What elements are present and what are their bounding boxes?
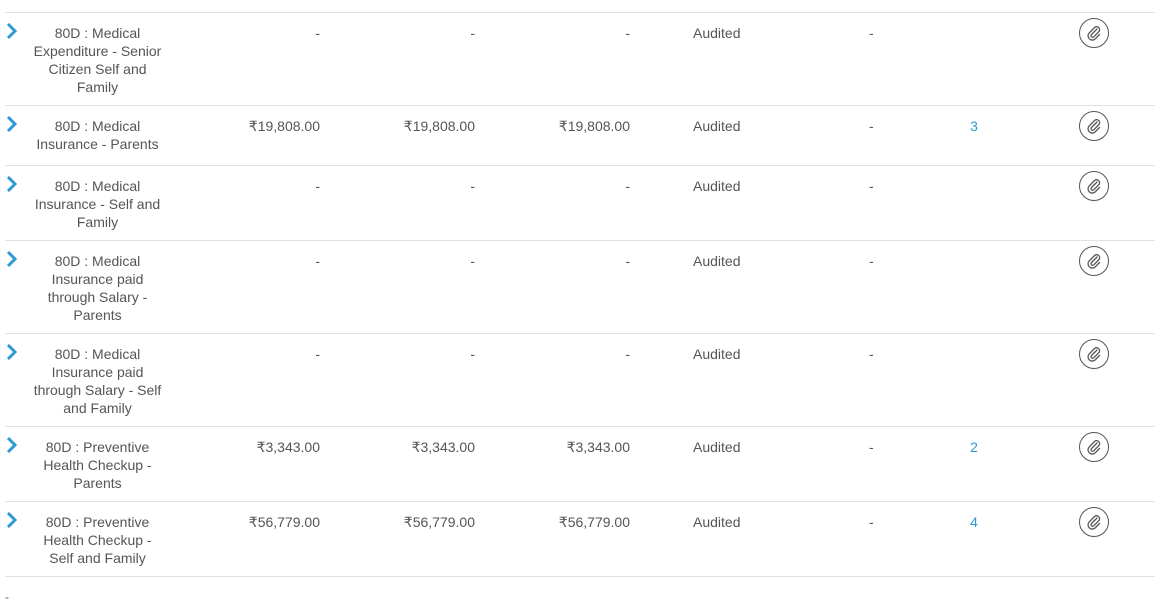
table-row: 80D : Preventive Health Checkup - Parent…	[5, 427, 1155, 502]
chevron-right-icon[interactable]	[5, 175, 19, 193]
attachment-button[interactable]	[1079, 18, 1109, 48]
approved-amount: -	[625, 253, 630, 269]
attachment-count-link[interactable]: 2	[967, 438, 981, 456]
attachment-button[interactable]	[1079, 111, 1109, 141]
section-name: 80D : Medical Insurance paid through Sal…	[33, 346, 162, 416]
chevron-right-icon[interactable]	[5, 22, 19, 40]
attachment-button[interactable]	[1079, 171, 1109, 201]
section-name: 80D : Medical Expenditure - Senior Citiz…	[33, 25, 162, 95]
paperclip-icon	[1087, 254, 1101, 269]
remark-text: -	[869, 253, 874, 269]
status-text: Audited	[693, 346, 741, 362]
status-text: Audited	[693, 118, 741, 134]
declared-amount: -	[315, 178, 320, 194]
approved-amount: ₹3,343.00	[566, 439, 630, 455]
status-text: Audited	[693, 253, 741, 269]
table-row: 80D : Medical Insurance paid through Sal…	[5, 241, 1155, 334]
remark-text: -	[869, 514, 874, 530]
paperclip-icon	[1087, 515, 1101, 530]
chevron-right-icon[interactable]	[5, 250, 19, 268]
attachment-button[interactable]	[1079, 507, 1109, 537]
status-text: Audited	[693, 439, 741, 455]
approved-amount: ₹19,808.00	[558, 118, 630, 134]
approved-amount: -	[625, 25, 630, 41]
approved-amount: -	[625, 346, 630, 362]
section-name: 80D : Medical Insurance - Parents	[36, 118, 159, 152]
status-text: Audited	[693, 25, 741, 41]
paperclip-icon	[1087, 119, 1101, 134]
proposed-amount: -	[470, 253, 475, 269]
section-name: 80D : Preventive Health Checkup - Self a…	[43, 514, 152, 566]
proposed-amount: ₹19,808.00	[403, 118, 475, 134]
remark-text: -	[869, 346, 874, 362]
approved-amount: -	[625, 178, 630, 194]
table-row: 80D : Medical Insurance paid through Sal…	[5, 334, 1155, 427]
attachment-button[interactable]	[1079, 339, 1109, 369]
chevron-right-icon[interactable]	[5, 436, 19, 454]
approved-amount: ₹56,779.00	[558, 514, 630, 530]
attachment-count-link[interactable]: 4	[967, 513, 981, 531]
remark-text: -	[869, 439, 874, 455]
remark-text: -	[869, 178, 874, 194]
paperclip-icon	[1087, 440, 1101, 455]
proposed-amount: ₹3,343.00	[411, 439, 475, 455]
chevron-right-icon[interactable]	[5, 511, 19, 529]
attachment-button[interactable]	[1079, 246, 1109, 276]
status-text: Audited	[693, 178, 741, 194]
section-name: 80D : Preventive Health Checkup - Parent…	[43, 439, 152, 491]
proposed-amount: ₹56,779.00	[403, 514, 475, 530]
section-name: 80D : Medical Insurance paid through Sal…	[47, 253, 148, 323]
paperclip-icon	[1087, 26, 1101, 41]
proposed-amount: -	[470, 25, 475, 41]
section-name: 80D : Medical Insurance - Self and Famil…	[34, 178, 161, 230]
remark-text: -	[869, 25, 874, 41]
table-row: 80D : Medical Insurance - Parents ₹19,80…	[5, 106, 1155, 166]
declared-amount: ₹56,779.00	[248, 514, 320, 530]
footer-dash: -	[5, 590, 9, 604]
paperclip-icon	[1087, 347, 1101, 362]
paperclip-icon	[1087, 179, 1101, 194]
table-row: 80D : Preventive Health Checkup - Self a…	[5, 502, 1155, 577]
declared-amount: ₹3,343.00	[256, 439, 320, 455]
chevron-right-icon[interactable]	[5, 115, 19, 133]
declared-amount: ₹19,808.00	[248, 118, 320, 134]
remark-text: -	[869, 118, 874, 134]
declared-amount: -	[315, 25, 320, 41]
proposed-amount: -	[470, 346, 475, 362]
declared-amount: -	[315, 253, 320, 269]
proposed-amount: -	[470, 178, 475, 194]
table-row: 80D : Medical Insurance - Self and Famil…	[5, 166, 1155, 241]
chevron-right-icon[interactable]	[5, 343, 19, 361]
status-text: Audited	[693, 514, 741, 530]
attachment-count-link[interactable]: 3	[967, 117, 981, 135]
declared-amount: -	[315, 346, 320, 362]
attachment-button[interactable]	[1079, 432, 1109, 462]
table-row: 80D : Medical Expenditure - Senior Citiz…	[5, 13, 1155, 106]
